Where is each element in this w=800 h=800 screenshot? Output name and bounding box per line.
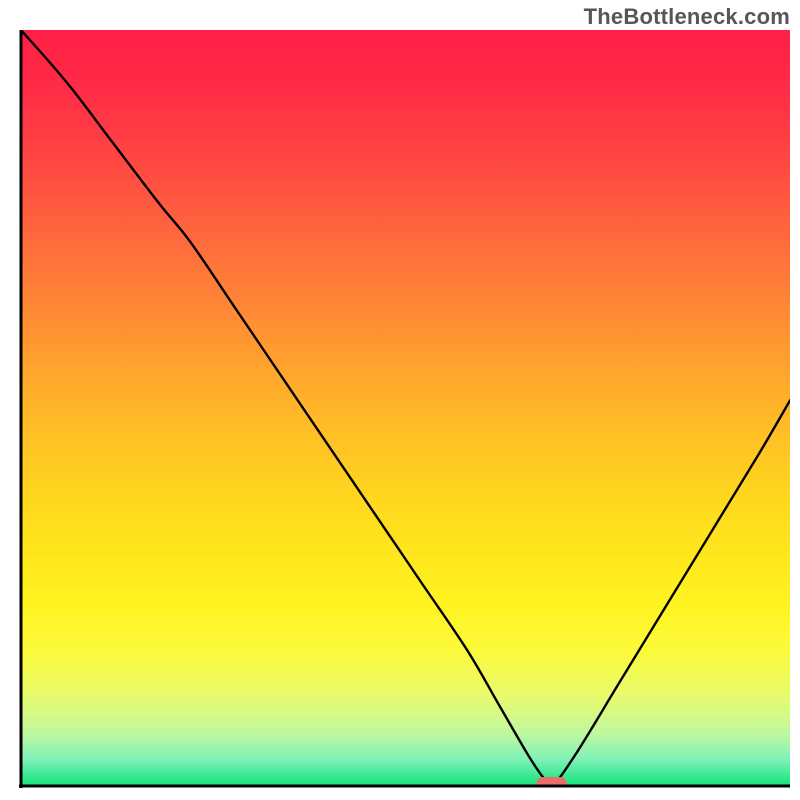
plot-background [21, 30, 790, 786]
bottleneck-chart [0, 0, 800, 800]
chart-container: { "watermark": "TheBottleneck.com", "col… [0, 0, 800, 800]
watermark-text: TheBottleneck.com [584, 4, 790, 30]
